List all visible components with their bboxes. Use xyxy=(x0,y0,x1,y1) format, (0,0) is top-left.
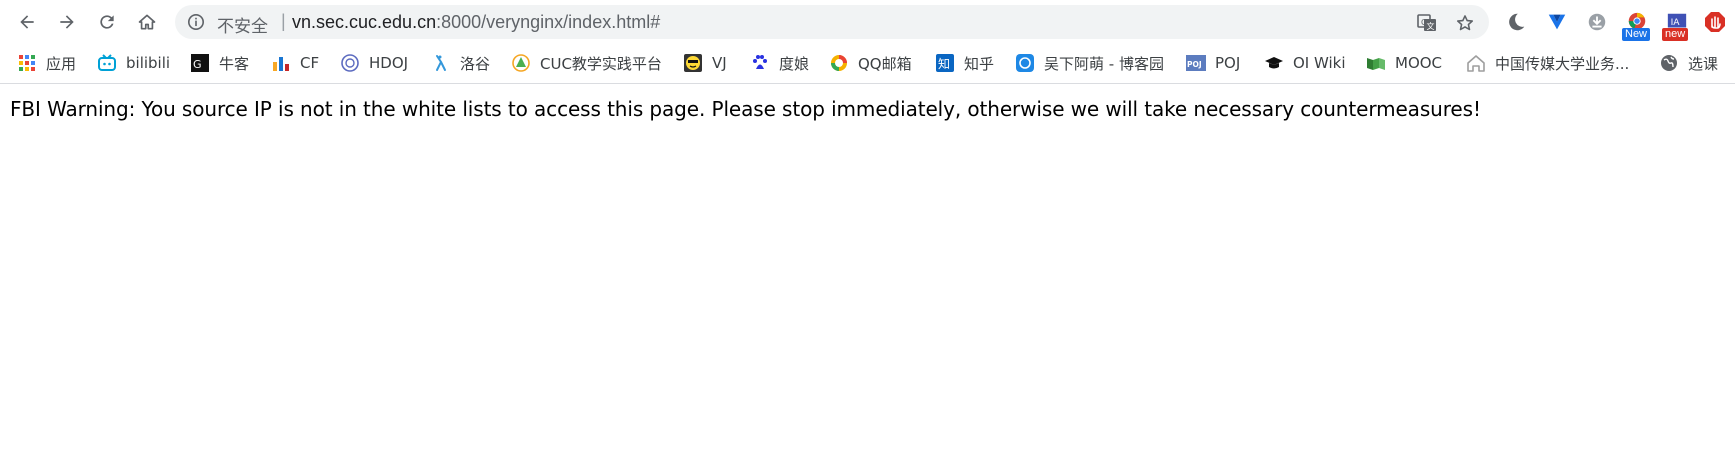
bookmark-label: POJ xyxy=(1215,54,1241,72)
back-button[interactable] xyxy=(13,8,41,36)
bookmark-course-select[interactable]: 选课 xyxy=(1659,52,1718,74)
bookmark-luogu[interactable]: 洛谷 xyxy=(431,52,490,74)
nowcoder-icon: G xyxy=(190,53,210,73)
reload-icon xyxy=(100,15,114,29)
home-icon xyxy=(138,14,156,30)
translate-button[interactable]: G 文 xyxy=(1417,13,1437,33)
bookmark-star-button[interactable] xyxy=(1455,13,1475,33)
url-text[interactable]: vn.sec.cuc.edu.cn:8000/verynginx/index.h… xyxy=(292,12,660,33)
svg-text:知: 知 xyxy=(938,57,950,71)
cnblogs-icon xyxy=(1015,53,1035,73)
bookmark-label: 洛谷 xyxy=(460,54,491,73)
bookmark-label: bilibili xyxy=(126,54,171,72)
vjudge-icon xyxy=(683,53,703,73)
reload-button[interactable] xyxy=(93,8,121,36)
bookmark-apps[interactable]: 应用 xyxy=(17,52,76,74)
bookmark-label: 度娘 xyxy=(779,54,810,73)
bookmark-cuc-home[interactable]: 中国传媒大学业务... xyxy=(1466,52,1629,74)
bookmark-label: CUC教学实践平台 xyxy=(540,54,662,73)
new-badge: new xyxy=(1662,28,1689,41)
star-icon xyxy=(1456,15,1474,31)
svg-text:POJ: POJ xyxy=(1187,60,1202,69)
translate-icon: G 文 xyxy=(1417,14,1436,31)
bookmark-label: 中国传媒大学业务... xyxy=(1495,54,1630,73)
extension-ia-new[interactable]: IA new xyxy=(1662,9,1690,41)
warning-message: FBI Warning: You source IP is not in the… xyxy=(10,97,1481,121)
bookmark-mooc[interactable]: MOOC xyxy=(1366,52,1442,74)
security-separator: | xyxy=(281,11,286,31)
codeforces-icon xyxy=(271,53,291,73)
extension-downloader[interactable] xyxy=(1584,9,1610,35)
svg-text:G: G xyxy=(193,58,202,71)
globe-icon xyxy=(1659,53,1679,73)
luogu-icon xyxy=(431,53,451,73)
svg-text:文: 文 xyxy=(1427,21,1435,31)
bookmark-label: 吴下阿萌 - 博客园 xyxy=(1044,54,1164,73)
bookmark-label: 知乎 xyxy=(964,54,995,73)
extension-adblock[interactable] xyxy=(1702,9,1728,35)
bookmark-zhihu[interactable]: 知 知乎 xyxy=(935,52,994,74)
extension-vpn[interactable] xyxy=(1544,9,1570,35)
download-circle-icon xyxy=(1588,13,1606,31)
url-host: vn.sec.cuc.edu.cn xyxy=(292,12,437,32)
zhihu-icon: 知 xyxy=(935,53,955,73)
bookmark-qqmail[interactable]: QQ邮箱 xyxy=(829,52,912,74)
new-badge: New xyxy=(1622,28,1651,41)
bookmark-poj[interactable]: POJ POJ xyxy=(1186,52,1240,74)
poj-icon: POJ xyxy=(1186,53,1206,73)
forward-arrow-icon xyxy=(60,15,74,29)
bookmarks-bar: 应用 bilibili G 牛客 CF HDOJ 洛谷 CUC教学实践平台 VJ… xyxy=(0,44,1735,82)
qqmail-icon xyxy=(829,53,849,73)
hdoj-icon xyxy=(340,53,360,73)
bilibili-icon xyxy=(97,53,117,73)
bookmark-label: OI Wiki xyxy=(1293,54,1346,72)
bookmark-label: 应用 xyxy=(46,54,77,73)
bookmark-label: HDOJ xyxy=(369,54,409,72)
browser-toolbar: 不安全 | vn.sec.cuc.edu.cn:8000/verynginx/i… xyxy=(0,0,1735,44)
bookmark-vjudge[interactable]: VJ xyxy=(683,52,727,74)
bookmark-bilibili[interactable]: bilibili xyxy=(97,52,170,74)
bookmark-cuc-platform[interactable]: CUC教学实践平台 xyxy=(511,52,662,74)
toolbar-divider xyxy=(0,83,1735,84)
bookmark-label: 牛客 xyxy=(219,54,250,73)
security-status-label[interactable]: 不安全 xyxy=(217,12,268,37)
bookmark-hdoj[interactable]: HDOJ xyxy=(340,52,408,74)
bookmark-label: QQ邮箱 xyxy=(858,54,912,73)
mooc-icon xyxy=(1366,53,1386,73)
bookmark-nowcoder[interactable]: G 牛客 xyxy=(190,52,249,74)
v-shield-icon xyxy=(1548,14,1566,30)
bookmark-label: MOOC xyxy=(1395,54,1443,72)
bookmark-label: VJ xyxy=(712,54,727,72)
bookmark-cnblogs[interactable]: 吴下阿萌 - 博客园 xyxy=(1015,52,1164,74)
back-arrow-icon xyxy=(20,15,34,29)
stop-hand-icon xyxy=(1705,12,1725,32)
moon-icon xyxy=(1509,13,1525,31)
bookmark-baidu[interactable]: 度娘 xyxy=(750,52,809,74)
bookmark-label: CF xyxy=(300,54,320,72)
apps-grid-icon xyxy=(17,53,37,73)
oiwiki-icon xyxy=(1264,53,1284,73)
extension-chrome-new[interactable]: New xyxy=(1622,9,1651,41)
bookmark-oiwiki[interactable]: OI Wiki xyxy=(1264,52,1346,74)
svg-text:IA: IA xyxy=(1671,17,1681,28)
cuc-home-icon xyxy=(1466,53,1486,73)
home-button[interactable] xyxy=(133,8,161,36)
forward-button[interactable] xyxy=(53,8,81,36)
baidu-icon xyxy=(750,53,770,73)
cuc-platform-icon xyxy=(511,53,531,73)
bookmark-label: 选课 xyxy=(1688,54,1719,73)
extension-dark-mode[interactable] xyxy=(1503,9,1529,35)
bookmark-codeforces[interactable]: CF xyxy=(271,52,319,74)
address-bar[interactable]: 不安全 | vn.sec.cuc.edu.cn:8000/verynginx/i… xyxy=(175,5,1489,39)
info-icon[interactable] xyxy=(187,13,205,31)
url-path: :8000/verynginx/index.html# xyxy=(436,12,661,32)
